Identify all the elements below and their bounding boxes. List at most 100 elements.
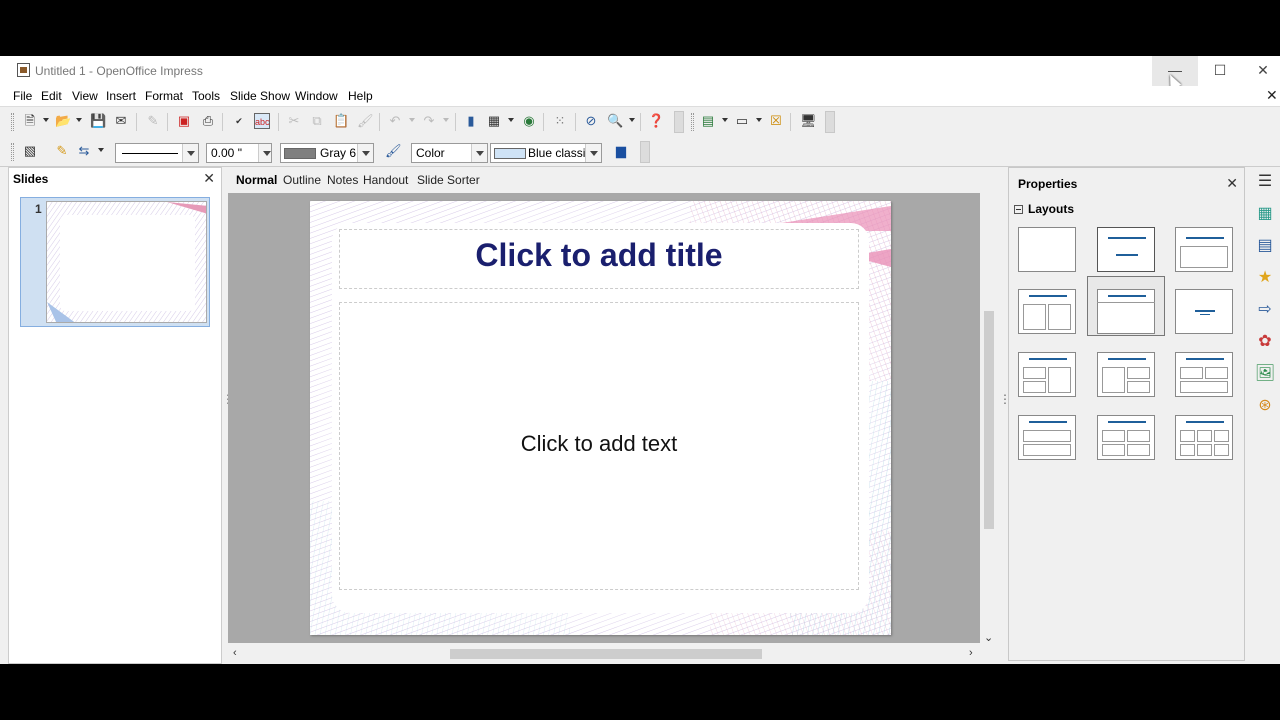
copy-icon[interactable]: ⧉	[309, 113, 325, 129]
open-icon[interactable]: 📂	[55, 113, 71, 129]
area-style-select[interactable]: Color	[411, 143, 488, 163]
close-slides-pane-button[interactable]: ✕	[203, 170, 215, 187]
close-document-button[interactable]: ✕	[1266, 87, 1278, 104]
horizontal-scroll-thumb[interactable]	[450, 649, 762, 659]
toolbar-grip[interactable]	[11, 113, 14, 131]
layout-title-content-over-content[interactable]	[1018, 415, 1076, 460]
slide-transition-icon[interactable]: ⇨	[1254, 299, 1276, 321]
toolbar-grip[interactable]	[11, 143, 14, 161]
undo-dropdown-icon[interactable]	[409, 118, 415, 122]
custom-animation-icon[interactable]: ★	[1254, 267, 1276, 289]
layout-title-only[interactable]	[1097, 289, 1155, 334]
arrow-style-icon[interactable]: ⇆	[76, 143, 92, 159]
menu-tools[interactable]: Tools	[192, 89, 220, 103]
chart-icon[interactable]: ▮	[463, 113, 479, 129]
design-dropdown-icon[interactable]	[756, 118, 762, 122]
area-icon[interactable]: 🖌	[385, 143, 402, 159]
toolbar-grip[interactable]	[691, 113, 694, 131]
table-icon[interactable]: ▦	[486, 113, 502, 129]
maximize-button[interactable]: ☐	[1197, 56, 1243, 86]
new-dropdown-icon[interactable]	[43, 118, 49, 122]
layouts-section-header[interactable]: Layouts	[1014, 202, 1074, 216]
paste-icon[interactable]: 📋	[333, 113, 349, 129]
chevron-down-icon[interactable]	[471, 144, 487, 162]
menu-help[interactable]: Help	[348, 89, 373, 103]
vertical-scroll-thumb[interactable]	[984, 311, 994, 529]
tab-handout[interactable]: Handout	[363, 173, 408, 187]
close-window-button[interactable]: ✕	[1240, 56, 1280, 86]
menu-insert[interactable]: Insert	[106, 89, 136, 103]
menu-view[interactable]: View	[72, 89, 98, 103]
table-dropdown-icon[interactable]	[508, 118, 514, 122]
zoom-dropdown-icon[interactable]	[629, 118, 635, 122]
navigator-icon[interactable]: ⊛	[1254, 395, 1276, 417]
title-placeholder[interactable]: Click to add title	[339, 229, 859, 289]
tab-slide-sorter[interactable]: Slide Sorter	[417, 173, 480, 187]
cut-icon[interactable]: ✂	[286, 113, 302, 129]
spin-button-icon[interactable]	[258, 144, 271, 162]
zoom-icon[interactable]: 🔍	[607, 113, 623, 129]
menu-edit[interactable]: Edit	[41, 89, 62, 103]
layout-title-4content[interactable]	[1097, 415, 1155, 460]
layout-title-2content-over-content[interactable]	[1175, 352, 1233, 397]
slide[interactable]: Click to add title Click to add text	[310, 201, 891, 635]
layout-title-2content-content[interactable]	[1018, 352, 1076, 397]
vertical-scrollbar[interactable]: ⌄	[980, 193, 998, 644]
gallery-icon[interactable]: 🖼	[1254, 363, 1276, 385]
line-color-select[interactable]: Gray 6	[280, 143, 374, 163]
sidebar-menu-icon[interactable]: ☰	[1254, 171, 1276, 193]
line-width-field[interactable]: 0.00 "	[206, 143, 272, 163]
spellcheck-icon[interactable]: ✔	[231, 113, 247, 129]
undo-icon[interactable]: ↶	[387, 113, 403, 129]
master-slides-icon[interactable]: ▤	[1254, 235, 1276, 257]
grid-icon[interactable]: ⁙	[552, 113, 568, 129]
layout-title-slide[interactable]	[1097, 227, 1155, 272]
tab-normal[interactable]: Normal	[236, 173, 277, 187]
edit-file-icon[interactable]: ✎	[145, 113, 161, 129]
layout-title-content-2content[interactable]	[1097, 352, 1155, 397]
export-pdf-icon[interactable]: ▣	[176, 113, 192, 129]
new-document-icon[interactable]: 🗎	[22, 113, 38, 129]
sidebar-splitter[interactable]	[999, 167, 1011, 664]
horizontal-scrollbar[interactable]: ‹ ›	[228, 643, 980, 664]
layout-title-6content[interactable]	[1175, 415, 1233, 460]
tab-notes[interactable]: Notes	[327, 173, 358, 187]
content-placeholder[interactable]: Click to add text	[339, 302, 859, 590]
open-dropdown-icon[interactable]	[76, 118, 82, 122]
hide-slide-icon[interactable]: ☒	[768, 113, 784, 129]
scroll-down-icon[interactable]: ⌄	[984, 631, 993, 644]
layout-blank[interactable]	[1018, 227, 1076, 272]
toolbar-overflow-icon[interactable]	[640, 141, 650, 163]
menu-slide-show[interactable]: Slide Show	[230, 89, 290, 103]
clone-formatting-icon[interactable]: 🖌	[357, 113, 374, 129]
tab-outline[interactable]: Outline	[283, 173, 321, 187]
line-icon[interactable]: ✎	[54, 143, 70, 159]
arrow-style-dropdown-icon[interactable]	[98, 148, 104, 152]
layout-title-two-content[interactable]	[1018, 289, 1076, 334]
save-icon[interactable]: 💾	[90, 113, 106, 129]
line-style-select[interactable]	[115, 143, 199, 163]
chevron-down-icon[interactable]	[182, 144, 198, 162]
close-properties-button[interactable]: ✕	[1226, 175, 1238, 192]
redo-dropdown-icon[interactable]	[443, 118, 449, 122]
redo-icon[interactable]: ↷	[421, 113, 437, 129]
toolbar-overflow-icon[interactable]	[674, 111, 684, 133]
area-color-select[interactable]: Blue classic	[490, 143, 602, 163]
menu-window[interactable]: Window	[295, 89, 338, 103]
properties-icon[interactable]: ▦	[1254, 203, 1276, 225]
styles-formatting-icon[interactable]: ▧	[22, 143, 38, 159]
slide-show-icon[interactable]: 🖥	[800, 113, 817, 129]
help-icon[interactable]: ❓	[648, 113, 664, 129]
slide-layout-icon[interactable]: ▤	[700, 113, 716, 129]
collapse-icon[interactable]	[1014, 205, 1023, 214]
slide-design-icon[interactable]: ▭	[734, 113, 750, 129]
hyperlink-icon[interactable]: ◉	[521, 113, 537, 129]
chevron-down-icon[interactable]	[585, 144, 601, 162]
navigator-icon[interactable]: ⊘	[583, 113, 599, 129]
layout-title-content[interactable]	[1175, 227, 1233, 272]
shadow-icon[interactable]: ▆	[613, 143, 629, 159]
toolbar-overflow-icon[interactable]	[825, 111, 835, 133]
scroll-left-icon[interactable]: ‹	[233, 647, 237, 659]
slide-thumbnail[interactable]: 1	[20, 197, 210, 327]
email-icon[interactable]: ✉	[113, 113, 129, 129]
